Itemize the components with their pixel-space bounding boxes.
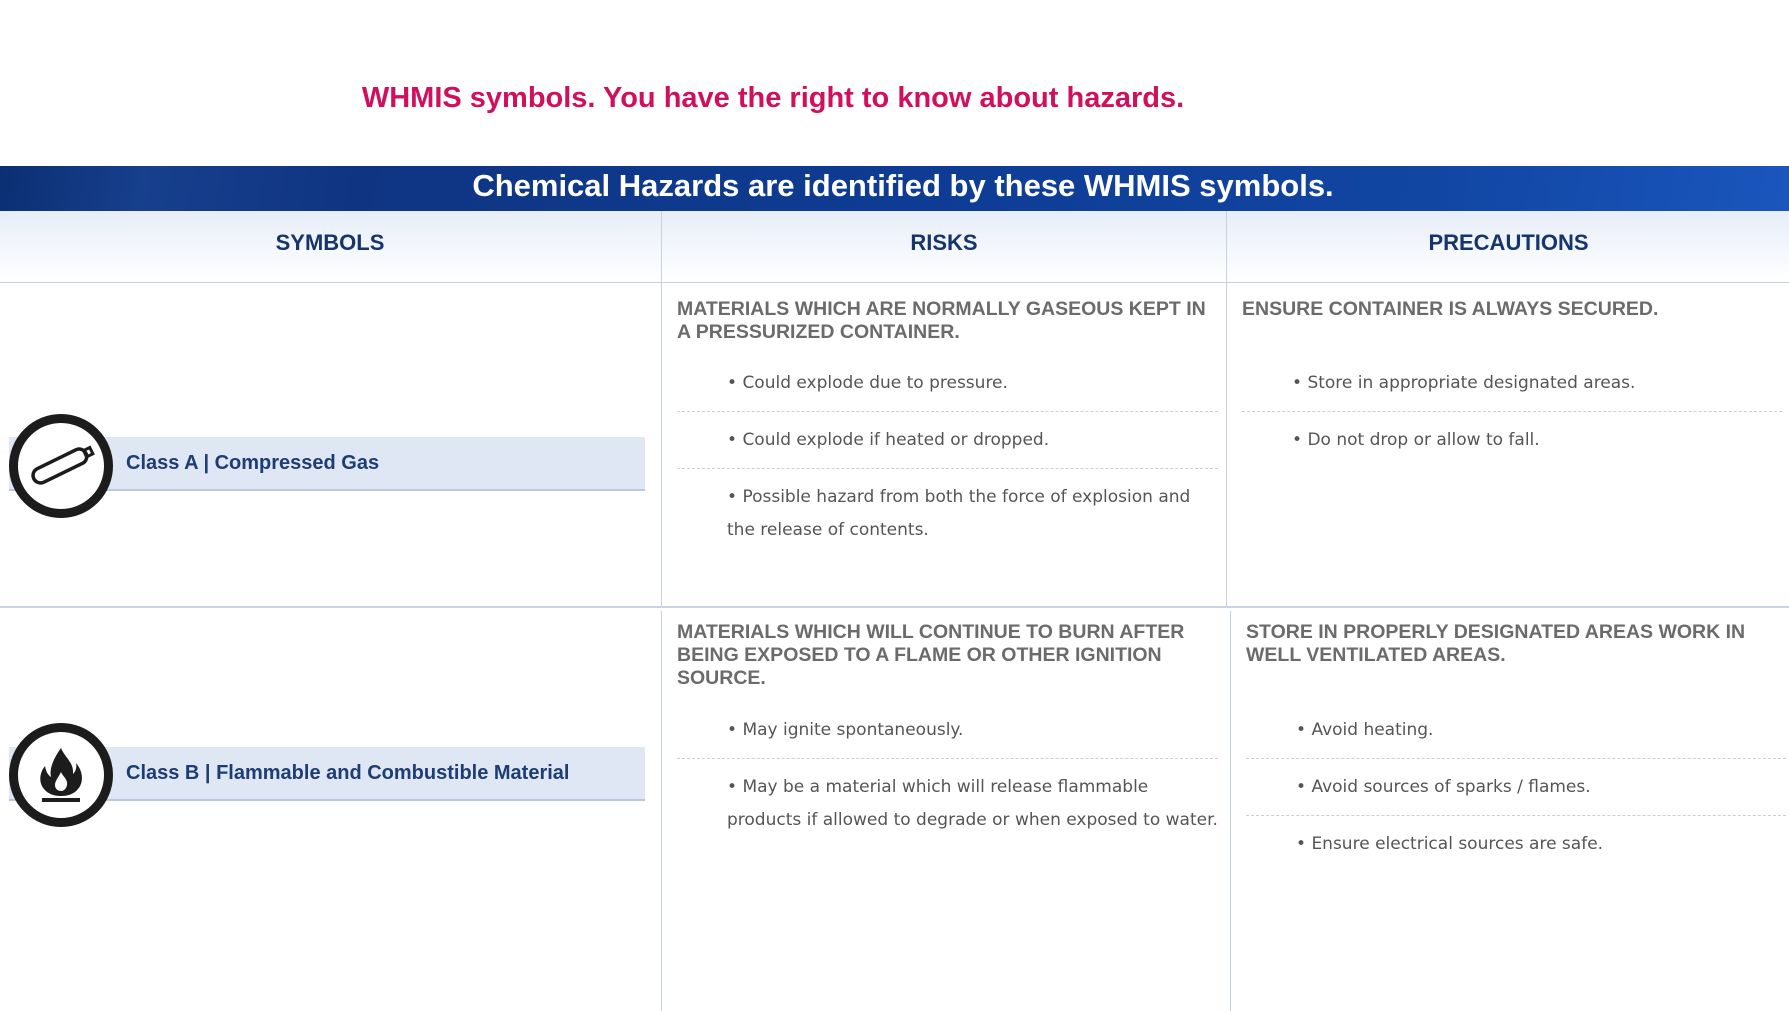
table-header: SYMBOLS RISKS PRECAUTIONS: [0, 211, 1789, 283]
list-item: Could explode if heated or dropped.: [677, 412, 1218, 469]
compressed-gas-cylinder-icon: [9, 414, 113, 518]
precautions-heading: STORE IN PROPERLY DESIGNATED AREAS WORK …: [1246, 621, 1746, 666]
risks-heading: MATERIALS WHICH ARE NORMALLY GASEOUS KEP…: [677, 298, 1206, 343]
table-row: Class B | Flammable and Combustible Mate…: [0, 611, 1789, 1011]
hazard-table: SYMBOLS RISKS PRECAUTIONS Class A | Comp…: [0, 211, 1789, 1011]
list-item: Do not drop or allow to fall.: [1242, 412, 1782, 468]
list-item: Could explode due to pressure.: [677, 355, 1218, 412]
symbol-cell: Class A | Compressed Gas: [0, 283, 660, 606]
column-header-symbols: SYMBOLS: [275, 230, 385, 255]
section-banner: Chemical Hazards are identified by these…: [0, 166, 1789, 211]
risks-cell: MATERIALS WHICH WILL CONTINUE TO BURN AF…: [661, 611, 1226, 1011]
precautions-cell: ENSURE CONTAINER IS ALWAYS SECURED. Stor…: [1226, 283, 1789, 606]
list-item: Ensure electrical sources are safe.: [1246, 816, 1786, 872]
symbol-cell: Class B | Flammable and Combustible Mate…: [0, 611, 660, 1011]
precautions-cell: STORE IN PROPERLY DESIGNATED AREAS WORK …: [1230, 611, 1789, 1011]
risks-list: Could explode due to pressure. Could exp…: [677, 355, 1218, 558]
banner-title: Chemical Hazards are identified by these…: [472, 168, 1334, 203]
column-header-precautions: PRECAUTIONS: [1226, 211, 1789, 282]
risks-list: May ignite spontaneously. May be a mater…: [677, 702, 1218, 848]
class-label: Class A | Compressed Gas: [126, 452, 380, 474]
list-item: May ignite spontaneously.: [677, 702, 1218, 759]
class-label: Class B | Flammable and Combustible Mate…: [126, 762, 570, 784]
list-item: Avoid heating.: [1246, 702, 1786, 759]
flame-icon: [9, 723, 113, 827]
precautions-heading: ENSURE CONTAINER IS ALWAYS SECURED.: [1242, 298, 1659, 320]
precautions-list: Store in appropriate designated areas. D…: [1242, 355, 1782, 468]
risks-heading: MATERIALS WHICH WILL CONTINUE TO BURN AF…: [677, 621, 1185, 689]
table-row: Class A | Compressed Gas MATERIALS WHICH…: [0, 283, 1789, 608]
list-item: Possible hazard from both the force of e…: [677, 469, 1218, 558]
page-title: WHMIS symbols. You have the right to kno…: [361, 82, 1185, 114]
precautions-list: Avoid heating. Avoid sources of sparks /…: [1246, 702, 1786, 872]
list-item: Avoid sources of sparks / flames.: [1246, 759, 1786, 816]
list-item: Store in appropriate designated areas.: [1242, 355, 1782, 412]
column-header-risks: RISKS: [661, 211, 1226, 282]
list-item: May be a material which will release fla…: [677, 759, 1218, 848]
risks-cell: MATERIALS WHICH ARE NORMALLY GASEOUS KEP…: [661, 283, 1226, 606]
